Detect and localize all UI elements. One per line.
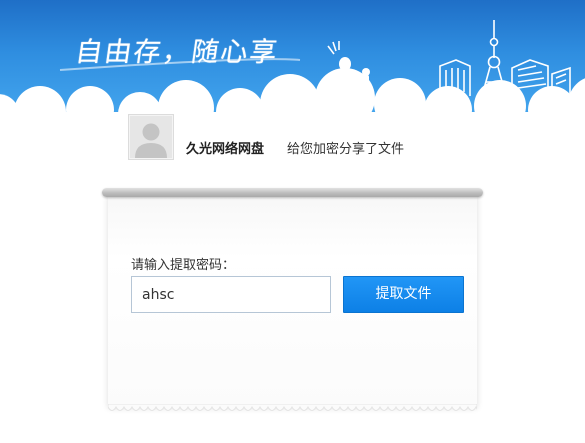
password-input[interactable]: [131, 276, 331, 313]
sharer-name: 久光网络网盘: [186, 142, 265, 157]
header-banner: 自由存，随心享: [0, 0, 585, 118]
share-description: 给您加密分享了文件: [287, 142, 405, 157]
card-torn-edge: [108, 404, 477, 411]
user-avatar-icon: [130, 116, 172, 158]
password-label: 请输入提取密码：: [131, 258, 236, 273]
avatar: [128, 114, 174, 160]
banner-slogan: 自由存，随心享: [73, 37, 281, 68]
extract-file-button[interactable]: 提取文件: [343, 276, 464, 313]
card-roller: [102, 188, 483, 197]
